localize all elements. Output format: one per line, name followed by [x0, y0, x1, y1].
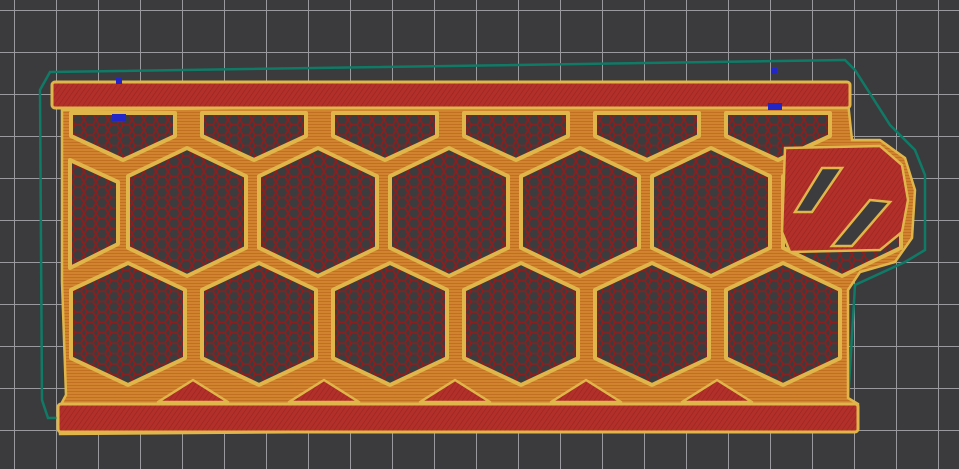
print-preview-canvas[interactable] [0, 0, 959, 469]
seam-marker [771, 68, 777, 74]
hex-cell [650, 146, 772, 278]
hex-cell [462, 261, 580, 387]
hex-cell [257, 146, 379, 278]
seam-marker [768, 103, 782, 110]
top-rail [50, 80, 852, 110]
hex-cell [388, 146, 510, 278]
hex-cell [200, 261, 318, 387]
seam-marker [116, 78, 122, 84]
hex-cell [126, 146, 248, 278]
printed-part [50, 80, 917, 436]
bottom-rail [56, 402, 860, 434]
hex-cell [331, 261, 449, 387]
hex-cell [724, 261, 842, 387]
gcode-preview-viewport[interactable] [0, 0, 959, 469]
seam-marker [112, 114, 126, 121]
hex-cell [593, 261, 711, 387]
hex-cell [69, 261, 187, 387]
hex-cell [519, 146, 641, 278]
